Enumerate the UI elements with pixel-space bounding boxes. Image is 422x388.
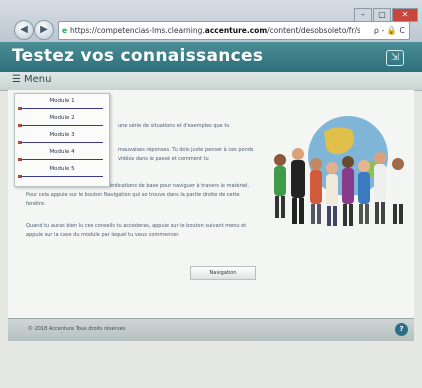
- url-text: https://competencias-lms.clearning.accen…: [70, 26, 360, 35]
- navigation-button[interactable]: Navigation: [190, 266, 256, 280]
- menu-label: Menu: [23, 74, 52, 85]
- people-illustration: [274, 116, 404, 226]
- module-dropdown: Module 1 Module 2 Module 3 Module 4 Modu…: [14, 93, 110, 187]
- address-bar[interactable]: e https://competencias-lms.clearning.acce…: [58, 21, 410, 40]
- start-paragraph: Quand tu auras bien lu ces conseils tu a…: [26, 223, 247, 238]
- module-item-3[interactable]: Module 3: [15, 128, 109, 145]
- module-item-5[interactable]: Module 5: [15, 162, 109, 179]
- module-item-1[interactable]: Module 1: [15, 94, 109, 111]
- minimize-button[interactable]: –: [354, 8, 372, 22]
- browser-chrome: ◀ ▶ e https://competencias-lms.clearning.…: [0, 0, 422, 43]
- forward-arrow-icon[interactable]: ▶: [34, 20, 54, 40]
- footer-bar: © 2018 Accenture Tous droits réservés ?: [8, 318, 414, 341]
- maximize-button[interactable]: ▢: [373, 8, 391, 22]
- intro-paragraph: une série de situations et d'exemples qu…: [118, 123, 230, 129]
- page-title: Testez vos connaissances: [12, 46, 264, 66]
- lock-icon: e: [62, 26, 68, 35]
- expand-icon[interactable]: ⇲: [386, 50, 404, 66]
- address-tools[interactable]: ρ - 🔒 C: [374, 22, 405, 39]
- menu-bar: ☰ Menu: [0, 72, 422, 91]
- module-item-4[interactable]: Module 4: [15, 145, 109, 162]
- close-button[interactable]: ✕: [392, 8, 418, 22]
- help-icon[interactable]: ?: [395, 323, 408, 336]
- menu-button[interactable]: ☰ Menu: [12, 74, 51, 88]
- module-item-2[interactable]: Module 2: [15, 111, 109, 128]
- back-arrow-icon[interactable]: ◀: [14, 20, 34, 40]
- hamburger-icon: ☰: [12, 74, 21, 85]
- instructions-paragraph: mauvaises réponses. Tu dois juste penser…: [118, 147, 254, 162]
- window-controls: – ▢ ✕: [353, 2, 418, 22]
- copyright-text: © 2018 Accenture Tous droits réservés: [28, 326, 126, 332]
- app-header: Testez vos connaissances ⇲: [0, 42, 422, 72]
